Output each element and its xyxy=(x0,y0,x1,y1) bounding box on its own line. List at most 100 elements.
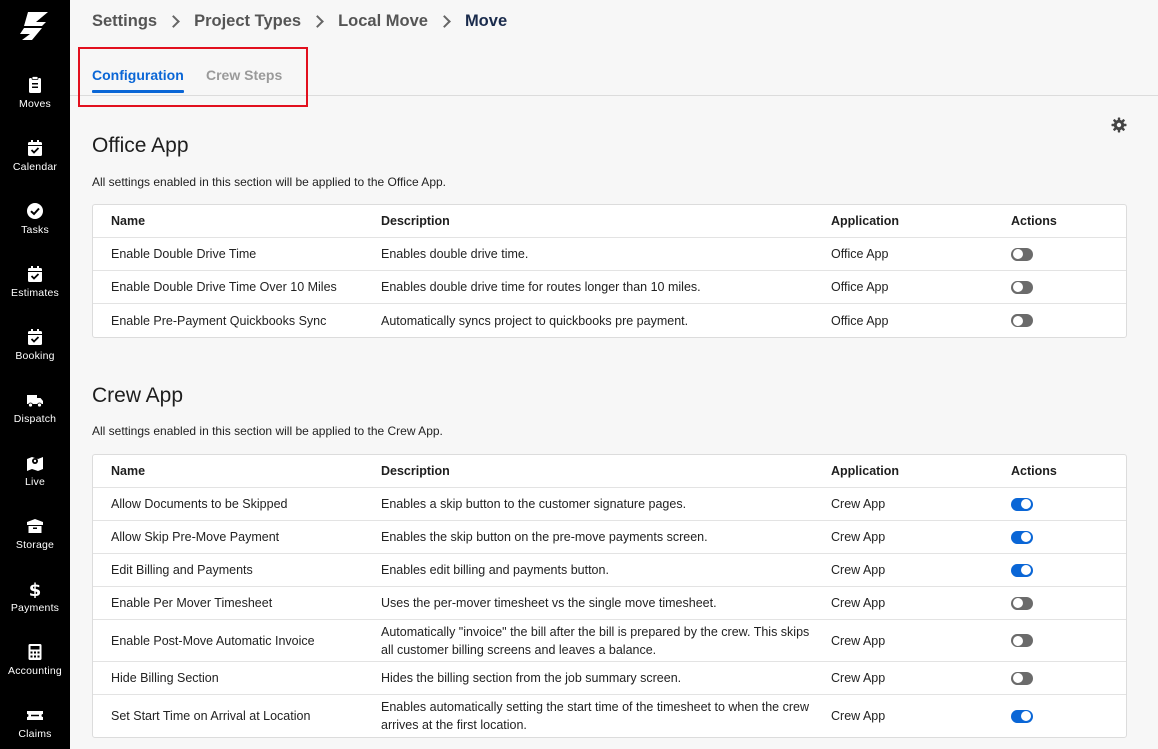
setting-name: Enable Post-Move Automatic Invoice xyxy=(111,633,315,648)
sidebar-item-label: Live xyxy=(24,476,46,488)
map-icon xyxy=(27,457,43,471)
setting-application: Crew App xyxy=(831,563,886,577)
sidebar-item-claims[interactable]: Claims xyxy=(0,706,70,749)
sidebar-item-calendar[interactable]: Calendar xyxy=(0,139,70,191)
sidebar-item-label: Storage xyxy=(15,539,55,551)
setting-toggle[interactable] xyxy=(1011,596,1033,610)
setting-application: Crew App xyxy=(831,596,886,610)
setting-application: Office App xyxy=(831,247,889,261)
setting-toggle[interactable] xyxy=(1011,497,1033,511)
header-name: Name xyxy=(111,464,146,478)
dollar-icon: $ xyxy=(29,580,42,598)
calendar-check-icon xyxy=(28,140,42,156)
table-row: Enable Post-Move Automatic Invoice Autom… xyxy=(93,620,1126,662)
header-name: Name xyxy=(111,214,146,228)
setting-toggle[interactable] xyxy=(1011,314,1033,327)
clipboard-icon xyxy=(29,76,41,93)
table-header: Name Description Application Actions xyxy=(93,455,1126,488)
setting-toggle[interactable] xyxy=(1011,709,1033,723)
breadcrumb-project-types[interactable]: Project Types xyxy=(194,12,301,31)
sidebar-item-label: Moves xyxy=(19,98,51,110)
truck-icon xyxy=(27,395,43,408)
office-settings-table: Name Description Application Actions Ena… xyxy=(92,204,1127,338)
setting-name: Enable Per Mover Timesheet xyxy=(111,596,273,610)
sidebar-item-label: Tasks xyxy=(21,224,49,236)
breadcrumb-move: Move xyxy=(464,11,508,30)
breadcrumb-local-move[interactable]: Local Move xyxy=(338,12,428,31)
crew-app-title: Crew App xyxy=(92,384,184,407)
crew-app-description: All settings enabled in this section wil… xyxy=(92,424,443,438)
sidebar-item-label: Accounting xyxy=(8,665,62,677)
sidebar-item-booking[interactable]: Booking xyxy=(0,328,70,380)
setting-application: Office App xyxy=(831,280,889,294)
setting-description: Enables double drive time for routes lon… xyxy=(381,280,701,294)
box-icon xyxy=(27,519,43,533)
header-actions: Actions xyxy=(1011,214,1057,228)
setting-name: Enable Pre-Payment Quickbooks Sync xyxy=(111,313,327,328)
sidebar-item-live[interactable]: Live xyxy=(0,454,70,506)
header-application: Application xyxy=(831,464,900,478)
setting-toggle[interactable] xyxy=(1011,280,1033,294)
table-header: Name Description Application Actions xyxy=(93,205,1126,238)
sidebar: Moves Calendar Tasks Estimates Booking D… xyxy=(0,0,70,749)
setting-application: Crew App xyxy=(831,633,886,648)
setting-description: Enables double drive time. xyxy=(381,247,529,261)
sidebar-item-accounting[interactable]: Accounting xyxy=(0,643,70,695)
chevron-right-icon xyxy=(438,14,451,28)
setting-description: Enables edit billing and payments button… xyxy=(381,563,609,577)
sidebar-item-label: Calendar xyxy=(12,161,58,173)
setting-description: Automatically "invoice" the bill after t… xyxy=(381,624,810,657)
table-row: Enable Per Mover Timesheet Uses the per-… xyxy=(93,587,1126,620)
setting-toggle[interactable] xyxy=(1011,671,1033,685)
highlight-box xyxy=(78,47,308,107)
table-row: Enable Double Drive Time Over 10 Miles E… xyxy=(93,271,1126,304)
setting-name: Hide Billing Section xyxy=(111,671,219,685)
sidebar-item-label: Claims xyxy=(18,728,52,740)
setting-name: Edit Billing and Payments xyxy=(111,563,253,577)
svg-text:$: $ xyxy=(29,580,42,598)
chevron-right-icon xyxy=(311,14,324,28)
setting-toggle[interactable] xyxy=(1011,530,1033,544)
setting-application: Crew App xyxy=(831,530,886,544)
setting-application: Crew App xyxy=(831,709,886,723)
table-row: Enable Double Drive Time Enables double … xyxy=(93,238,1126,271)
calculator-icon xyxy=(28,644,42,660)
crew-settings-table: Name Description Application Actions All… xyxy=(92,454,1127,738)
sidebar-item-payments[interactable]: $ Payments xyxy=(0,580,70,632)
breadcrumb-settings[interactable]: Settings xyxy=(92,12,157,31)
setting-description: Hides the billing section from the job s… xyxy=(381,671,682,685)
header-description: Description xyxy=(381,214,450,228)
table-row: Set Start Time on Arrival at Location En… xyxy=(93,695,1126,737)
setting-name: Allow Skip Pre-Move Payment xyxy=(111,530,280,544)
sidebar-item-moves[interactable]: Moves xyxy=(0,76,70,128)
setting-description: Enables a skip button to the customer si… xyxy=(381,497,687,511)
setting-name: Enable Double Drive Time xyxy=(111,247,257,261)
setting-description: Enables the skip button on the pre-move … xyxy=(381,530,708,544)
table-row: Allow Skip Pre-Move Payment Enables the … xyxy=(93,521,1126,554)
office-app-description: All settings enabled in this section wil… xyxy=(92,175,446,189)
setting-toggle[interactable] xyxy=(1011,563,1033,577)
setting-toggle[interactable] xyxy=(1011,247,1033,261)
header-actions: Actions xyxy=(1011,464,1057,478)
setting-application: Crew App xyxy=(831,497,886,511)
calendar-check-icon xyxy=(28,329,42,345)
setting-application: Office App xyxy=(831,313,889,328)
sidebar-item-label: Dispatch xyxy=(13,413,57,425)
sidebar-item-tasks[interactable]: Tasks xyxy=(0,202,70,254)
breadcrumb: Settings Project Types Local Move Move xyxy=(92,11,507,31)
chevron-right-icon xyxy=(167,14,180,28)
sidebar-item-estimates[interactable]: Estimates xyxy=(0,265,70,317)
setting-application: Crew App xyxy=(831,671,886,685)
setting-toggle[interactable] xyxy=(1011,634,1033,647)
logo-icon[interactable] xyxy=(20,10,50,42)
gear-icon[interactable] xyxy=(1111,117,1127,133)
check-circle-icon xyxy=(27,203,43,219)
setting-description: Uses the per-mover timesheet vs the sing… xyxy=(381,596,717,610)
sidebar-item-label: Payments xyxy=(10,602,60,614)
table-row: Edit Billing and Payments Enables edit b… xyxy=(93,554,1126,587)
sidebar-item-dispatch[interactable]: Dispatch xyxy=(0,391,70,443)
table-row: Hide Billing Section Hides the billing s… xyxy=(93,662,1126,695)
ticket-icon xyxy=(27,711,43,720)
setting-description: Enables automatically setting the start … xyxy=(381,700,809,732)
sidebar-item-storage[interactable]: Storage xyxy=(0,517,70,569)
